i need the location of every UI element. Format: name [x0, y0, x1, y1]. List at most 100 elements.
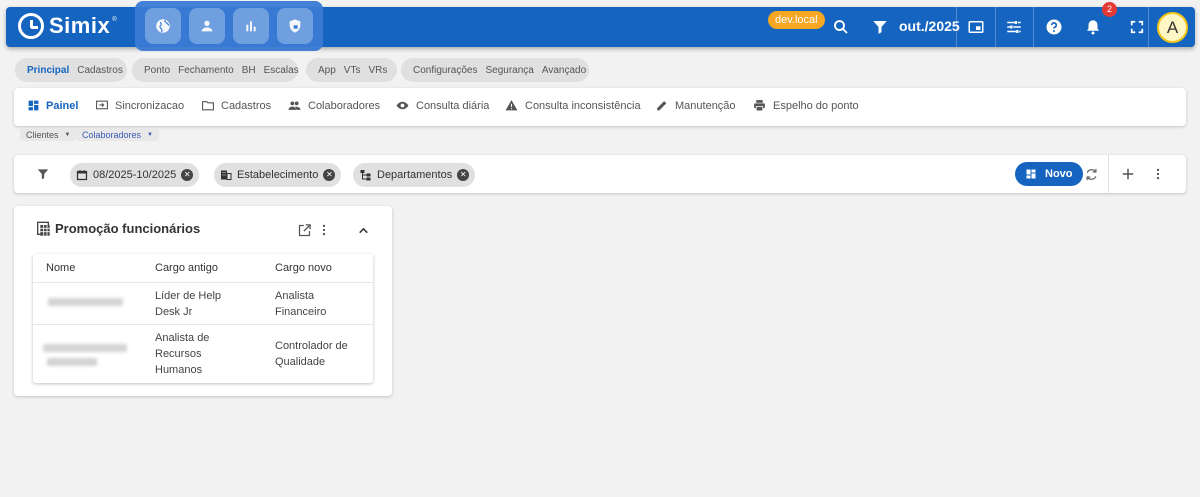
- promotion-widget: Promoção funcionários Nome Cargo antigo …: [14, 206, 392, 396]
- dashboard-icon: [28, 100, 39, 111]
- person-icon[interactable]: [189, 8, 225, 44]
- new-dashboard-button[interactable]: Novo: [1015, 162, 1083, 186]
- fullscreen-icon[interactable]: [1127, 17, 1147, 37]
- nav-label: Colaboradores: [308, 99, 381, 112]
- bar-chart-icon[interactable]: [233, 8, 269, 44]
- subtab-colaboradores[interactable]: Colaboradores ▼: [76, 128, 159, 141]
- filter-chip-label: Departamentos: [377, 169, 453, 181]
- filter-icon[interactable]: [870, 17, 890, 37]
- nav-item-sincronizacao[interactable]: Sincronizacao: [95, 99, 184, 112]
- chip-cadastros[interactable]: Cadastros: [77, 65, 123, 76]
- chipgroup-app: App VTs VRs: [306, 58, 397, 82]
- chip-avancado[interactable]: Avançado: [542, 65, 586, 76]
- table-row[interactable]: Analista de Recursos Humanos Controlador…: [33, 324, 373, 383]
- nav-item-manutencao[interactable]: Manutenção: [655, 99, 736, 112]
- nav-label: Consulta diária: [416, 99, 490, 112]
- printer-icon: [754, 100, 765, 112]
- column-header-cargo-novo: Cargo novo: [275, 262, 332, 274]
- more-vert-icon[interactable]: [1148, 164, 1168, 184]
- dropdown-arrow-icon: ▼: [64, 131, 71, 138]
- cell-line: Analista de: [155, 332, 210, 344]
- user-avatar[interactable]: A: [1157, 12, 1188, 43]
- globe-icon[interactable]: [145, 8, 181, 44]
- nav-item-consulta-diaria[interactable]: Consulta diária: [395, 99, 489, 112]
- dropdown-arrow-icon: ▼: [147, 131, 153, 138]
- divider: [1033, 7, 1034, 47]
- cell-old-role: Analista de Recursos Humanos: [155, 330, 209, 378]
- filter-chip-period[interactable]: 08/2025-10/2025 ✕: [70, 163, 200, 187]
- chip-bh[interactable]: BH: [242, 65, 256, 76]
- notification-count-badge: 2: [1102, 2, 1117, 17]
- table-chart-icon: [33, 219, 53, 239]
- divider: [956, 7, 957, 47]
- chipgroup-ponto: Ponto Fechamento BH Escalas: [132, 58, 299, 82]
- nav-label: Consulta inconsistência: [525, 99, 641, 112]
- nav-item-espelho-do-ponto[interactable]: Espelho do ponto: [752, 99, 859, 112]
- divider: [1148, 7, 1149, 47]
- filter-chip-estabelecimento[interactable]: Estabelecimento ✕: [214, 163, 342, 187]
- cell-line: Humanos: [155, 364, 203, 376]
- hierarchy-icon: [360, 170, 371, 181]
- chipgroup-main: Principal Cadastros: [15, 58, 127, 82]
- table-row[interactable]: Líder de Help Desk Jr Analista Financeir…: [33, 282, 373, 324]
- nav-label: Painel: [46, 99, 79, 112]
- chip-vts[interactable]: VTs: [344, 65, 361, 76]
- sync-screen-icon: [96, 100, 108, 110]
- section-nav: Painel Sincronizacao Cadastros Colaborad…: [14, 88, 1186, 126]
- pencil-icon: [657, 101, 667, 111]
- chip-app[interactable]: App: [318, 65, 336, 76]
- cell-line: Qualidade: [275, 356, 326, 368]
- picture-in-picture-icon[interactable]: [966, 17, 986, 37]
- nav-label: Manutenção: [675, 99, 736, 112]
- period-selector[interactable]: out./2025: [899, 18, 960, 34]
- add-icon[interactable]: [1118, 164, 1138, 184]
- nav-item-cadastros[interactable]: Cadastros: [201, 99, 271, 112]
- nav-item-consulta-inconsistencia[interactable]: Consulta inconsistência: [504, 99, 641, 112]
- cell-line: Analista: [275, 290, 315, 302]
- cell-line: Líder de Help: [155, 290, 222, 302]
- filter-chip-label: Estabelecimento: [237, 169, 319, 181]
- simix-logo[interactable]: Simix ®: [18, 13, 117, 39]
- help-icon[interactable]: [1044, 17, 1064, 37]
- column-header-nome: Nome: [46, 262, 76, 274]
- chip-seguranca[interactable]: Segurança: [485, 65, 533, 76]
- chip-ponto[interactable]: Ponto: [144, 65, 170, 76]
- chip-configuracoes[interactable]: Configurações: [413, 65, 477, 76]
- environment-badge: dev.local: [768, 11, 825, 29]
- nav-item-painel[interactable]: Painel: [27, 99, 78, 112]
- folder-icon: [202, 101, 214, 111]
- filter-chip-departamentos[interactable]: Departamentos ✕: [353, 163, 476, 187]
- chip-vrs[interactable]: VRs: [368, 65, 387, 76]
- chipgroup-config: Configurações Segurança Avançado: [401, 58, 589, 82]
- chip-escalas[interactable]: Escalas: [264, 65, 299, 76]
- app-name: Simix: [49, 13, 111, 38]
- chevron-up-icon[interactable]: [353, 220, 373, 240]
- module-switcher: [135, 1, 323, 51]
- chip-principal[interactable]: Principal: [27, 65, 69, 76]
- close-icon[interactable]: ✕: [457, 169, 470, 181]
- close-icon[interactable]: ✕: [323, 169, 336, 181]
- tune-icon[interactable]: [1004, 17, 1024, 37]
- search-icon[interactable]: [831, 17, 851, 37]
- shield-lock-icon[interactable]: [277, 8, 313, 44]
- subtab-clientes[interactable]: Clientes ▼: [20, 128, 77, 141]
- refresh-icon[interactable]: [1081, 164, 1101, 184]
- bell-icon[interactable]: [1083, 17, 1103, 37]
- filter-icon[interactable]: [33, 164, 53, 184]
- warning-icon: [505, 100, 518, 111]
- divider: [1108, 155, 1109, 195]
- building-icon: [221, 170, 232, 180]
- chip-fechamento[interactable]: Fechamento: [178, 65, 234, 76]
- more-vert-icon[interactable]: [314, 220, 334, 240]
- subtab-label: Colaboradores: [82, 129, 142, 140]
- open-external-icon[interactable]: [294, 220, 314, 240]
- cell-new-role: Controlador de Qualidade: [275, 338, 348, 370]
- new-button-label: Novo: [1045, 168, 1073, 180]
- cell-line: Controlador de: [275, 340, 348, 352]
- eye-icon: [396, 101, 409, 110]
- close-icon[interactable]: ✕: [181, 169, 194, 181]
- clock-logo-icon: [18, 13, 44, 39]
- nav-item-colaboradores[interactable]: Colaboradores: [287, 99, 380, 112]
- divider: [995, 7, 996, 47]
- registered-mark: ®: [112, 17, 117, 23]
